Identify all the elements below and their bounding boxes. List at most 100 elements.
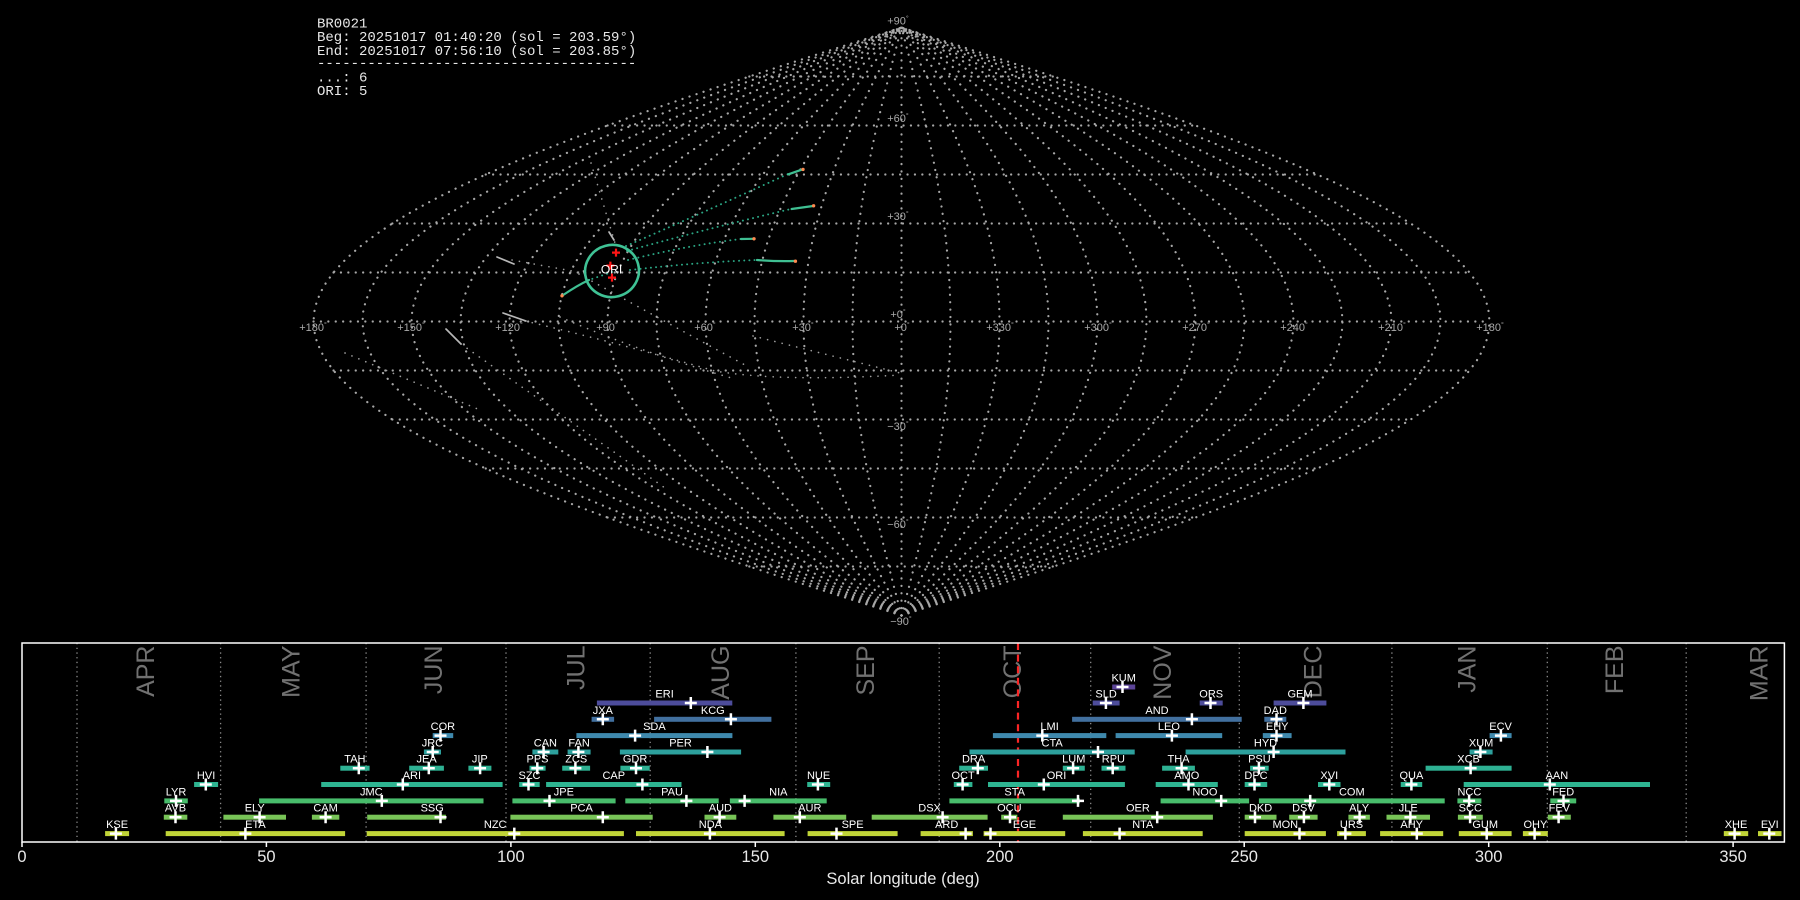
svg-text:300: 300	[1475, 848, 1503, 866]
svg-text:+210°: +210°	[1378, 321, 1406, 334]
svg-text:−60°: −60°	[887, 518, 909, 531]
svg-text:COR: COR	[431, 721, 456, 733]
svg-text:EVI: EVI	[1761, 819, 1779, 831]
svg-text:GDR: GDR	[623, 754, 648, 766]
svg-text:PPS: PPS	[526, 754, 548, 766]
svg-text:AHY: AHY	[1400, 819, 1423, 831]
svg-text:RPU: RPU	[1102, 754, 1125, 766]
svg-text:SSG: SSG	[421, 803, 444, 815]
svg-text:NUE: NUE	[807, 770, 830, 782]
svg-text:+270°: +270°	[1182, 321, 1210, 334]
svg-text:KSE: KSE	[106, 819, 128, 831]
svg-text:ECV: ECV	[1489, 721, 1512, 733]
svg-text:JLE: JLE	[1399, 803, 1418, 815]
svg-text:SLD: SLD	[1095, 689, 1116, 701]
svg-text:FEB: FEB	[1601, 646, 1629, 695]
svg-text:MAR: MAR	[1746, 646, 1774, 702]
svg-text:+60°: +60°	[887, 112, 909, 125]
svg-text:APR: APR	[132, 646, 160, 697]
svg-text:SCC: SCC	[1459, 803, 1482, 815]
svg-text:PER: PER	[669, 738, 692, 750]
svg-text:JEA: JEA	[417, 754, 438, 766]
svg-text:AUR: AUR	[798, 803, 821, 815]
svg-text:FAN: FAN	[568, 738, 589, 750]
svg-text:QUA: QUA	[1399, 770, 1424, 782]
svg-text:+300°: +300°	[1084, 321, 1112, 334]
svg-text:OCT: OCT	[951, 770, 975, 782]
svg-text:AND: AND	[1145, 705, 1168, 717]
svg-text:50: 50	[257, 848, 275, 866]
svg-text:NIA: NIA	[769, 786, 788, 798]
svg-text:PSU: PSU	[1248, 754, 1271, 766]
svg-text:AUG: AUG	[707, 646, 735, 700]
svg-text:GUM: GUM	[1472, 819, 1498, 831]
svg-text:ORI: ORI	[1047, 770, 1067, 782]
svg-text:+180°: +180°	[1476, 321, 1504, 334]
svg-text:NZC: NZC	[484, 819, 507, 831]
svg-text:EGE: EGE	[1013, 819, 1036, 831]
svg-text:ALY: ALY	[1349, 803, 1370, 815]
svg-text:DPC: DPC	[1244, 770, 1267, 782]
svg-text:−30°: −30°	[887, 420, 909, 433]
svg-text:SEP: SEP	[852, 646, 880, 696]
svg-text:LEO: LEO	[1158, 721, 1180, 733]
svg-text:JUN: JUN	[420, 646, 448, 695]
svg-text:OCU: OCU	[997, 803, 1022, 815]
svg-text:ARD: ARD	[935, 819, 958, 831]
svg-text:LYR: LYR	[166, 786, 187, 798]
svg-text:KCG: KCG	[701, 705, 725, 717]
svg-text:JPE: JPE	[554, 786, 574, 798]
svg-text:200: 200	[986, 848, 1014, 866]
svg-text:DRA: DRA	[962, 754, 986, 766]
svg-text:CAN: CAN	[534, 738, 557, 750]
svg-text:+30°: +30°	[792, 321, 814, 334]
svg-text:JIP: JIP	[472, 754, 488, 766]
svg-text:JMC: JMC	[360, 786, 383, 798]
svg-text:−90°: −90°	[890, 615, 912, 628]
svg-text:CAM: CAM	[313, 803, 337, 815]
svg-text:JUL: JUL	[562, 645, 590, 690]
svg-text:PCA: PCA	[570, 803, 593, 815]
svg-text:350: 350	[1719, 848, 1747, 866]
svg-text:ERI: ERI	[655, 689, 673, 701]
svg-text:TAH: TAH	[344, 754, 365, 766]
svg-text:HVI: HVI	[197, 770, 215, 782]
svg-text:SZC: SZC	[519, 770, 541, 782]
svg-text:COM: COM	[1339, 786, 1365, 798]
svg-text:JAN: JAN	[1454, 646, 1482, 693]
svg-text:NOO: NOO	[1192, 786, 1218, 798]
svg-text:Solar longitude (deg): Solar longitude (deg)	[826, 870, 979, 888]
svg-text:OCT: OCT	[999, 646, 1027, 699]
svg-text:+60°: +60°	[694, 321, 716, 334]
svg-text:+90°: +90°	[887, 15, 909, 28]
svg-text:CTA: CTA	[1042, 738, 1064, 750]
svg-text:ARI: ARI	[403, 770, 421, 782]
svg-text:LUM: LUM	[1062, 754, 1085, 766]
svg-text:+240°: +240°	[1280, 321, 1308, 334]
svg-text:XVI: XVI	[1320, 770, 1338, 782]
svg-text:XUM: XUM	[1469, 738, 1493, 750]
svg-text:KUM: KUM	[1111, 673, 1135, 685]
svg-text:SPE: SPE	[842, 819, 864, 831]
svg-text:JXA: JXA	[593, 705, 614, 717]
svg-text:FED: FED	[1552, 786, 1574, 798]
svg-text:ZCS: ZCS	[565, 754, 587, 766]
svg-text:NDA: NDA	[699, 819, 723, 831]
svg-text:+150°: +150°	[397, 321, 425, 334]
svg-text:ORS: ORS	[1199, 689, 1223, 701]
svg-text:EHY: EHY	[1266, 721, 1289, 733]
svg-text:ORI: 5: ORI: 5	[317, 84, 367, 100]
svg-text:ORI: ORI	[601, 263, 622, 277]
svg-text:MON: MON	[1272, 819, 1298, 831]
svg-text:NCC: NCC	[1457, 786, 1481, 798]
svg-text:DSX: DSX	[918, 803, 941, 815]
svg-text:XCB: XCB	[1457, 754, 1480, 766]
svg-text:NOV: NOV	[1149, 645, 1177, 700]
svg-text:SDA: SDA	[643, 721, 666, 733]
svg-text:STA: STA	[1004, 786, 1025, 798]
svg-text:AMO: AMO	[1174, 770, 1200, 782]
svg-text:CAP: CAP	[602, 770, 625, 782]
svg-text:150: 150	[742, 848, 770, 866]
svg-text:XHE: XHE	[1725, 819, 1748, 831]
svg-text:ELY: ELY	[245, 803, 266, 815]
